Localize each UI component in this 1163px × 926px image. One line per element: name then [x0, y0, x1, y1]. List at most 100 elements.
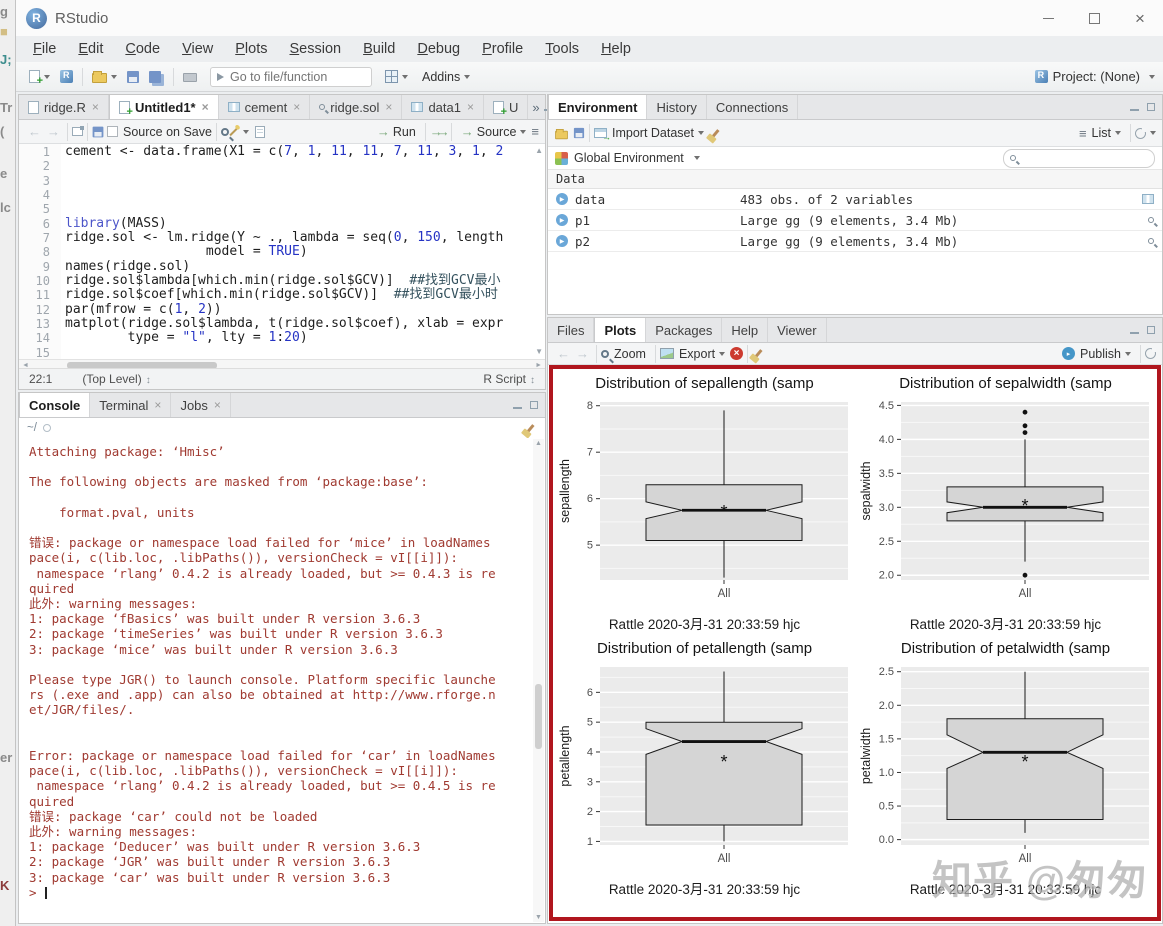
source-tab-u[interactable]: U — [484, 95, 529, 119]
menu-code[interactable]: Code — [114, 41, 171, 57]
run-button[interactable]: → Run — [372, 120, 421, 144]
environment-tab-connections[interactable]: Connections — [707, 95, 799, 119]
close-tab-icon[interactable]: × — [385, 100, 392, 114]
source-tab-data1[interactable]: data1 × — [402, 95, 484, 119]
goto-file-input[interactable] — [230, 69, 350, 84]
minimize-button[interactable] — [1025, 3, 1071, 33]
environment-search-input[interactable] — [1020, 151, 1135, 165]
remove-plot-icon[interactable]: × — [730, 347, 744, 360]
vscroll-thumb[interactable] — [535, 684, 542, 749]
menu-file[interactable]: File — [22, 41, 67, 57]
save-source-icon[interactable] — [92, 126, 104, 137]
env-row-data[interactable]: ▶ data 483 obs. of 2 variables — [548, 189, 1162, 210]
goto-file-box[interactable] — [210, 66, 372, 87]
menu-view[interactable]: View — [171, 41, 224, 57]
maximize-pane-button[interactable] — [1147, 98, 1155, 116]
magnifier-icon[interactable] — [1148, 217, 1154, 223]
document-outline-icon[interactable]: ≡ — [531, 124, 539, 139]
environment-tab-history[interactable]: History — [647, 95, 707, 119]
expand-object-icon[interactable]: ▶ — [556, 214, 568, 226]
new-project-button[interactable] — [55, 65, 78, 89]
source-button[interactable]: → Source — [456, 120, 532, 144]
minimize-pane-button[interactable] — [1130, 98, 1139, 116]
filetype-selector[interactable]: R Script ↕ — [483, 372, 535, 386]
env-row-p1[interactable]: ▶ p1 Large gg (9 elements, 3.4 Mb) — [548, 210, 1162, 231]
minimize-pane-button[interactable] — [513, 396, 522, 414]
clear-plots-icon[interactable] — [754, 349, 763, 358]
plots-tab-packages[interactable]: Packages — [646, 318, 723, 342]
console-scrollbar[interactable]: ▲ ▼ — [533, 439, 544, 922]
popout-icon[interactable] — [72, 126, 84, 136]
publish-button[interactable]: Publish — [1075, 342, 1136, 366]
scroll-up-icon[interactable]: ▲ — [535, 440, 542, 447]
env-row-p2[interactable]: ▶ p2 Large gg (9 elements, 3.4 Mb) — [548, 231, 1162, 252]
close-tab-icon[interactable]: × — [214, 398, 221, 412]
rerun-icon[interactable]: →→ — [430, 124, 450, 139]
plots-tab-viewer[interactable]: Viewer — [768, 318, 827, 342]
console-tab-terminal[interactable]: Terminal × — [90, 393, 172, 417]
source-tab-cement[interactable]: cement × — [219, 95, 311, 119]
addins-button[interactable]: Addins — [413, 65, 475, 89]
close-tab-icon[interactable]: × — [92, 100, 99, 114]
source-tab-untitled1[interactable]: Untitled1* × — [108, 95, 219, 119]
scroll-down-icon[interactable]: ▼ — [535, 347, 543, 356]
close-tab-icon[interactable]: × — [154, 398, 161, 412]
minimize-pane-button[interactable] — [1130, 321, 1139, 339]
console-output[interactable]: Attaching package: ‘Hmisc’ The following… — [19, 438, 545, 923]
plots-tab-plots[interactable]: Plots — [594, 318, 647, 342]
refresh-icon[interactable] — [1135, 127, 1146, 139]
maximize-pane-button[interactable] — [1147, 321, 1155, 339]
forward-icon[interactable]: → — [44, 124, 63, 139]
menu-edit[interactable]: Edit — [67, 41, 114, 57]
environment-tab-environment[interactable]: Environment — [548, 95, 648, 119]
compile-notebook-icon[interactable] — [254, 125, 265, 138]
plots-tab-help[interactable]: Help — [722, 318, 769, 342]
source-tab-ridge-r[interactable]: ridge.R × — [19, 95, 109, 119]
maximize-pane-button[interactable] — [530, 396, 538, 414]
menu-build[interactable]: Build — [352, 41, 406, 57]
close-button[interactable]: × — [1117, 3, 1163, 33]
grid-icon[interactable] — [1142, 194, 1154, 204]
next-plot-icon[interactable]: → — [573, 346, 592, 361]
expand-object-icon[interactable]: ▶ — [556, 193, 568, 205]
source-on-save-checkbox[interactable] — [107, 126, 118, 137]
import-dataset-button[interactable]: Import Dataset — [607, 121, 709, 145]
save-workspace-icon[interactable] — [573, 127, 585, 139]
plots-tab-files[interactable]: Files — [548, 318, 595, 342]
close-tab-icon[interactable]: × — [467, 100, 474, 114]
code-tools-icon[interactable] — [229, 126, 239, 137]
project-menu[interactable]: Project: (None) — [1034, 69, 1155, 84]
expand-object-icon[interactable]: ▶ — [556, 235, 568, 247]
menu-plots[interactable]: Plots — [224, 41, 278, 57]
scope-selector[interactable]: (Top Level) ↕ — [82, 372, 150, 386]
close-tab-icon[interactable]: × — [293, 100, 300, 114]
magnifier-icon[interactable] — [1148, 238, 1154, 244]
new-file-button[interactable] — [24, 65, 55, 89]
menu-tools[interactable]: Tools — [534, 41, 590, 57]
workspace-panes-button[interactable] — [380, 65, 413, 89]
menu-session[interactable]: Session — [279, 41, 353, 57]
code-editor[interactable]: 1 2 3 4 5 6 7 8 9 10 11 12 13 14 15 cement <- data.fra… — [19, 144, 545, 359]
refresh-plot-icon[interactable] — [1145, 348, 1156, 359]
console-tab-jobs[interactable]: Jobs × — [171, 393, 231, 417]
menu-help[interactable]: Help — [590, 41, 642, 57]
open-file-button[interactable] — [87, 65, 122, 89]
tab-overflow-icon[interactable]: » — [528, 95, 543, 119]
menu-profile[interactable]: Profile — [471, 41, 534, 57]
load-workspace-icon[interactable] — [555, 128, 568, 139]
menu-debug[interactable]: Debug — [406, 41, 471, 57]
console-prompt[interactable]: > — [29, 885, 545, 900]
maximize-button[interactable] — [1071, 3, 1117, 33]
goto-directory-icon[interactable] — [42, 424, 51, 432]
back-icon[interactable]: ← — [25, 124, 44, 139]
close-tab-icon[interactable]: × — [202, 100, 209, 114]
save-all-button[interactable] — [144, 65, 169, 89]
console-tab-console[interactable]: Console — [19, 393, 91, 417]
find-replace-icon[interactable] — [220, 127, 229, 136]
clear-objects-icon[interactable] — [711, 128, 720, 138]
environment-scope[interactable]: Global Environment — [574, 151, 684, 165]
zoom-button[interactable]: Zoom — [609, 342, 651, 366]
clear-console-icon[interactable] — [526, 423, 535, 433]
print-button[interactable] — [178, 65, 202, 89]
list-view-button[interactable]: List — [1087, 121, 1126, 145]
